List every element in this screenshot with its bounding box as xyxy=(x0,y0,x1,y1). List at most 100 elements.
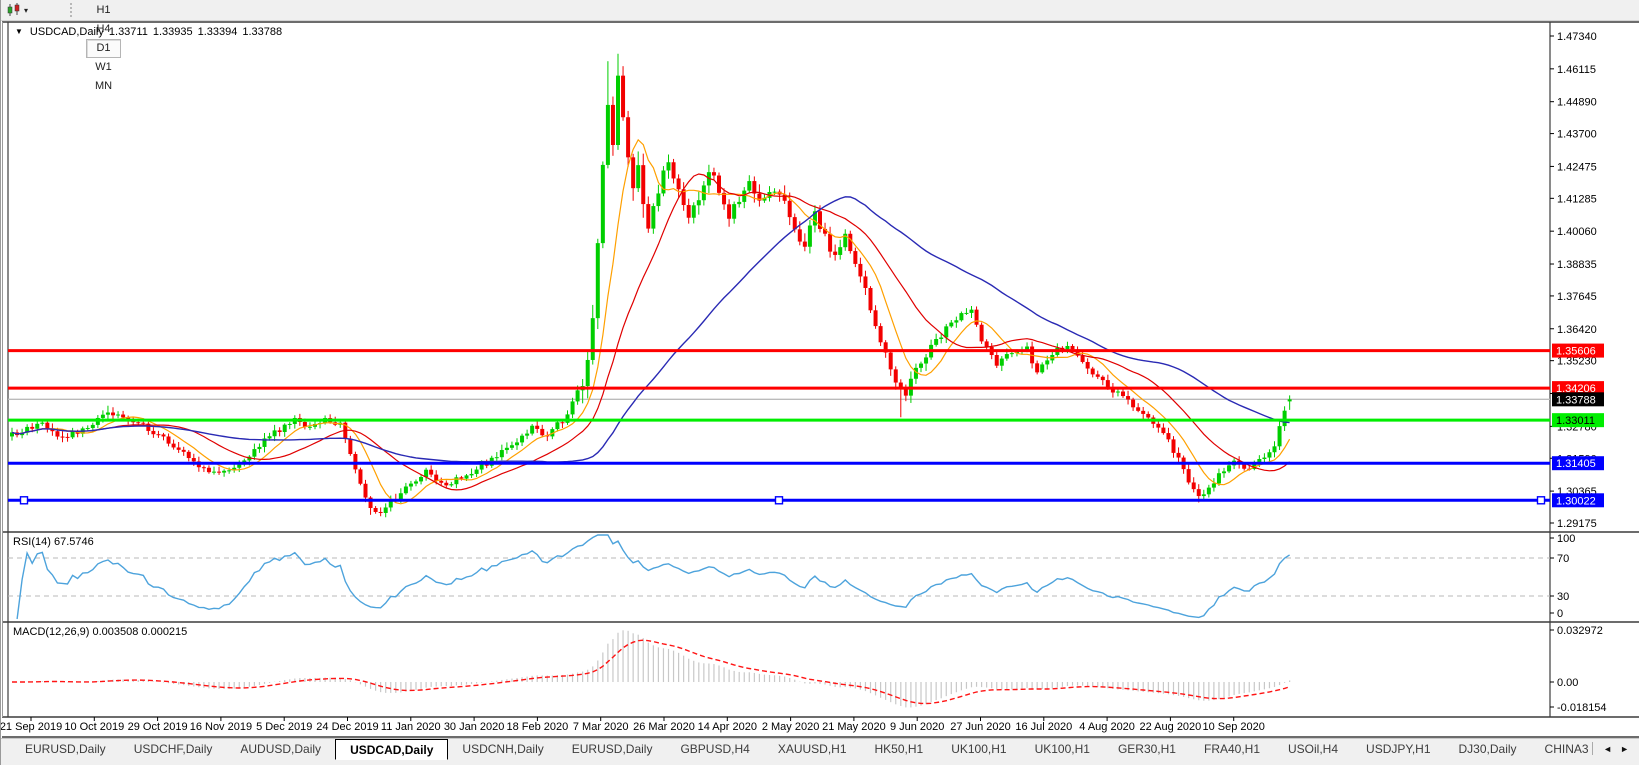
toolbar-grip[interactable] xyxy=(70,3,77,17)
candle-body xyxy=(439,480,444,483)
candle-body xyxy=(222,470,227,473)
candle-body xyxy=(156,434,161,436)
tab-scroll-controls: ◄ ► xyxy=(1588,739,1639,755)
candle-body xyxy=(560,422,565,424)
chart-tab-eurusd-daily[interactable]: EURUSD,Daily xyxy=(11,739,120,758)
candle-body xyxy=(186,451,191,459)
line-selection-handle[interactable] xyxy=(19,496,29,505)
candle-body xyxy=(166,436,171,444)
candle-body xyxy=(959,313,964,321)
chart-surface[interactable]: 1.47340 1.46115 1.44890 1.43700 1.42475 1.412… xyxy=(1,0,1639,738)
chart-tab-bar: EURUSD,Daily USDCHF,Daily AUDUSD,Daily USDC… xyxy=(1,738,1639,765)
chart-tab-usdcad-daily[interactable]: USDCAD,Daily xyxy=(335,739,449,760)
candle-body xyxy=(1267,452,1272,458)
timeframe-button-h1[interactable]: H1 xyxy=(86,1,121,20)
chart-tab-hk50-h1[interactable]: HK50,H1 xyxy=(861,739,938,758)
candle-body xyxy=(732,204,737,219)
chart-tab-ger30-h1[interactable]: GER30,H1 xyxy=(1104,739,1190,758)
candle-body xyxy=(70,431,75,438)
candle-body xyxy=(494,457,499,459)
line-selection-handle[interactable] xyxy=(1536,496,1546,505)
candle-body xyxy=(610,104,615,146)
candle-body xyxy=(217,471,222,473)
chart-tab-fra40-h1[interactable]: FRA40,H1 xyxy=(1190,739,1274,758)
price-tick-label: 1.47340 xyxy=(1557,31,1597,43)
price-line-label: 1.31405 xyxy=(1556,458,1596,470)
chart-tab-gbpusd-h4[interactable]: GBPUSD,H4 xyxy=(666,739,763,758)
macd-axis-label: -0.018154 xyxy=(1557,702,1607,714)
candle-body xyxy=(600,164,605,244)
date-axis-label: 29 Oct 2019 xyxy=(128,721,188,733)
candle-body xyxy=(55,431,60,437)
ohlc-low: 1.33394 xyxy=(197,26,238,38)
date-axis-label: 27 Jun 2020 xyxy=(950,721,1011,733)
chart-tab-china300-h1[interactable]: CHINA300,H1 xyxy=(1531,739,1589,758)
candle-body xyxy=(348,438,353,455)
candle-body xyxy=(893,369,898,383)
timeframe-button-h4[interactable]: H4 xyxy=(86,20,121,39)
tab-scroll-left-icon[interactable]: ◄ xyxy=(1603,744,1612,754)
candle-body xyxy=(464,475,469,479)
candle-body xyxy=(944,326,949,338)
tab-scroll-right-icon[interactable]: ► xyxy=(1620,744,1629,754)
chart-tab-usdchf-daily[interactable]: USDCHF,Daily xyxy=(120,739,227,758)
chart-tab-usdcnh-daily[interactable]: USDCNH,Daily xyxy=(448,739,557,758)
timeframe-toolbar: ▾ M1M5M15M30H1H4D1W1MN xyxy=(1,0,1639,92)
timeframe-button-d1[interactable]: D1 xyxy=(86,38,121,58)
price-line-label: 1.30022 xyxy=(1556,495,1596,507)
candle-body xyxy=(898,382,903,388)
candle-body xyxy=(252,449,257,457)
candle-body xyxy=(949,322,954,327)
candle-body xyxy=(1166,433,1171,440)
candle-body xyxy=(90,424,95,429)
candle-body xyxy=(181,449,186,452)
candle-body xyxy=(383,507,388,513)
chart-tab-audusd-daily[interactable]: AUDUSD,Daily xyxy=(226,739,335,758)
rsi-indicator-label: RSI(14) 67.5746 xyxy=(13,536,94,548)
candle-body xyxy=(307,426,312,428)
macd-axis-label: 0.00 xyxy=(1557,677,1578,689)
candle-body xyxy=(686,205,691,218)
candle-body xyxy=(661,170,666,194)
timeframe-button-w1[interactable]: W1 xyxy=(86,58,121,77)
candle-body xyxy=(45,422,50,429)
candle-body xyxy=(1216,473,1221,484)
chart-tab-eurusd-daily[interactable]: EURUSD,Daily xyxy=(558,739,667,758)
date-axis-label: 5 Dec 2019 xyxy=(256,721,312,733)
chart-tab-uk100-h1[interactable]: UK100,H1 xyxy=(937,739,1020,758)
timeframe-button-mn[interactable]: MN xyxy=(86,77,121,96)
candle-body xyxy=(429,469,434,475)
date-axis-label: 4 Aug 2020 xyxy=(1079,721,1135,733)
date-axis-label: 21 May 2020 xyxy=(822,721,886,733)
chevron-down-icon[interactable]: ▾ xyxy=(24,6,36,15)
candle-body xyxy=(100,414,105,418)
candle-body xyxy=(651,206,656,229)
candle-body xyxy=(691,205,696,218)
candle-body xyxy=(646,204,651,229)
candle-body xyxy=(621,75,626,118)
candle-body xyxy=(555,422,560,430)
chart-tab-usoil-h4[interactable]: USOil,H4 xyxy=(1274,739,1352,758)
candle-body xyxy=(530,425,535,434)
candle-body xyxy=(1040,364,1045,373)
chart-collapse-icon[interactable]: ▼ xyxy=(15,27,23,38)
candle-body xyxy=(964,312,969,314)
chart-tab-dj30-daily[interactable]: DJ30,Daily xyxy=(1445,739,1531,758)
candle-body xyxy=(277,430,282,433)
candle-body xyxy=(807,225,812,247)
candle-body xyxy=(257,446,262,450)
chart-tab-usdjpy-h1[interactable]: USDJPY,H1 xyxy=(1352,739,1444,758)
candle-body xyxy=(1045,360,1050,365)
price-tick-label: 1.43700 xyxy=(1557,129,1597,141)
candle-body xyxy=(939,337,944,340)
candle-body xyxy=(1227,465,1232,472)
candle-body xyxy=(924,357,929,364)
candle-body xyxy=(111,412,115,416)
timeframe-buttons: M1M5M15M30H1H4D1W1MN xyxy=(85,0,122,96)
line-selection-handle[interactable] xyxy=(774,496,784,505)
chart-background xyxy=(1,20,1639,738)
candlestick-chart-icon[interactable] xyxy=(4,2,24,18)
candle-body xyxy=(540,428,545,436)
chart-tab-xauusd-h1[interactable]: XAUUSD,H1 xyxy=(764,739,861,758)
chart-tab-uk100-h1[interactable]: UK100,H1 xyxy=(1021,739,1104,758)
